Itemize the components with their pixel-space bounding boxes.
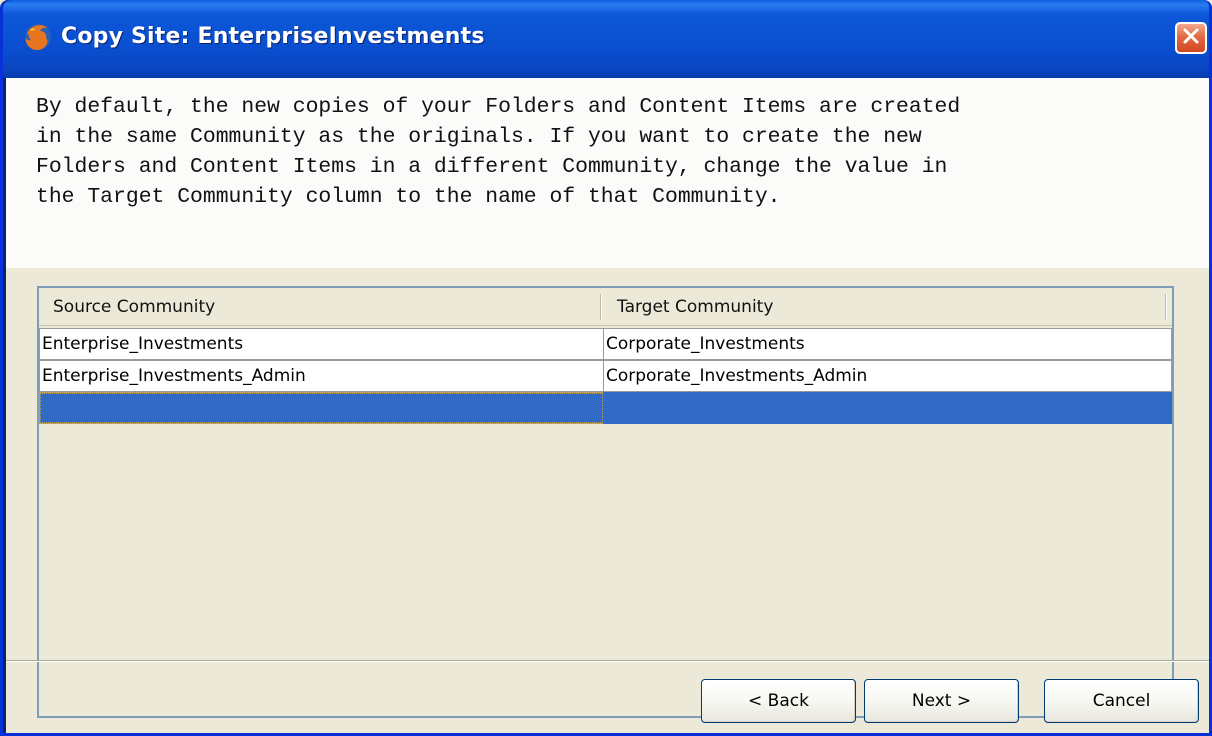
column-separator[interactable] <box>600 294 602 320</box>
title-bar[interactable]: Copy Site: EnterpriseInvestments <box>3 0 1209 78</box>
cancel-button[interactable]: Cancel <box>1044 679 1199 723</box>
table-row[interactable]: Enterprise_Investments_Admin Corporate_I… <box>39 360 1172 392</box>
back-button[interactable]: < Back <box>701 679 856 723</box>
button-bar-divider <box>6 660 1209 662</box>
column-header-source[interactable]: Source Community <box>39 288 601 326</box>
source-community-cell[interactable]: Enterprise_Investments <box>39 328 604 360</box>
info-line: in the same Community as the originals. … <box>36 125 922 149</box>
info-line: the Target Community column to the name … <box>36 185 781 209</box>
table-row[interactable]: Enterprise_Investments Corporate_Investm… <box>39 328 1172 360</box>
firefox-icon <box>23 22 53 52</box>
close-button[interactable] <box>1175 22 1207 54</box>
target-community-cell[interactable] <box>603 392 1172 424</box>
community-mapping-table[interactable]: Source Community Target Community Enterp… <box>37 286 1174 718</box>
dialog-window: Copy Site: EnterpriseInvestments By defa… <box>0 0 1212 736</box>
source-community-cell[interactable]: Enterprise_Investments_Admin <box>39 360 604 392</box>
close-icon <box>1181 26 1201 50</box>
target-community-cell[interactable]: Corporate_Investments_Admin <box>603 360 1172 392</box>
table-header: Source Community Target Community <box>39 288 1172 326</box>
source-community-cell[interactable] <box>39 392 604 424</box>
target-community-cell[interactable]: Corporate_Investments <box>603 328 1172 360</box>
info-text: By default, the new copies of your Folde… <box>36 92 1201 212</box>
dialog-body: By default, the new copies of your Folde… <box>6 78 1209 733</box>
window-title: Copy Site: EnterpriseInvestments <box>61 24 485 49</box>
table-row-selected[interactable] <box>39 392 1172 424</box>
column-header-target[interactable]: Target Community <box>603 288 1167 326</box>
column-separator[interactable] <box>1165 294 1167 320</box>
info-panel: By default, the new copies of your Folde… <box>6 78 1209 268</box>
info-line: Folders and Content Items in a different… <box>36 155 948 179</box>
next-button[interactable]: Next > <box>864 679 1019 723</box>
info-line: By default, the new copies of your Folde… <box>36 95 961 119</box>
